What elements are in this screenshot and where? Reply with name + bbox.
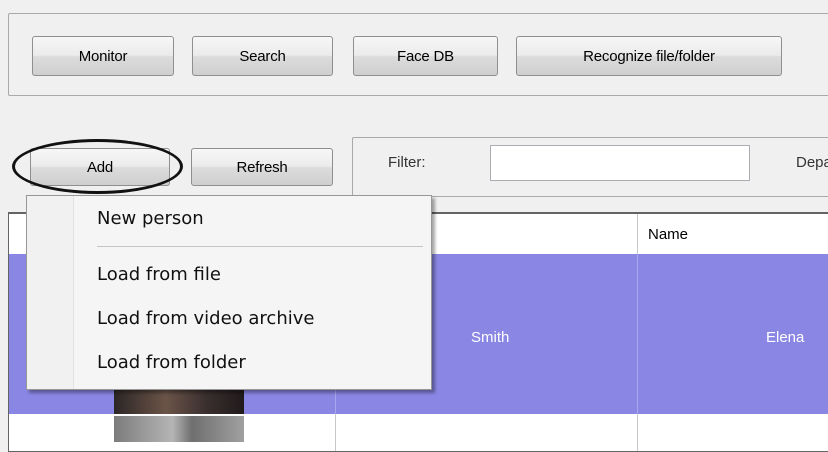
table-row-next[interactable] xyxy=(9,414,828,451)
recognize-button-label: Recognize file/folder xyxy=(583,47,715,65)
face-db-button-label: Face DB xyxy=(397,47,454,65)
search-button-label: Search xyxy=(239,47,286,65)
monitor-button-label: Monitor xyxy=(78,47,128,65)
menu-item-load-from-video-archive[interactable]: Load from video archive xyxy=(97,308,314,329)
add-context-menu: New person Load from file Load from vide… xyxy=(26,195,432,390)
monitor-button[interactable]: Monitor xyxy=(32,36,174,76)
highlight-ring xyxy=(12,139,183,194)
surname-value: Smith xyxy=(471,329,510,346)
recognize-button[interactable]: Recognize file/folder xyxy=(516,36,782,76)
menu-icon-gutter xyxy=(27,196,74,389)
column-header-name-label: Name xyxy=(648,226,689,243)
table-row-name-cell[interactable]: Elena xyxy=(637,254,828,414)
department-label: Depa xyxy=(796,154,828,171)
refresh-button-label: Refresh xyxy=(236,158,288,176)
filter-label: Filter: xyxy=(388,154,426,171)
menu-separator xyxy=(97,246,423,247)
name-value: Elena xyxy=(766,329,805,346)
face-db-button[interactable]: Face DB xyxy=(353,36,498,76)
menu-item-new-person[interactable]: New person xyxy=(97,208,204,229)
filter-input[interactable] xyxy=(490,145,750,181)
next-person-photo xyxy=(114,416,244,442)
search-button[interactable]: Search xyxy=(192,36,333,76)
menu-item-load-from-folder[interactable]: Load from folder xyxy=(97,352,246,373)
row-divider xyxy=(637,414,638,451)
row-divider xyxy=(335,414,336,451)
refresh-button[interactable]: Refresh xyxy=(191,148,333,186)
person-photo xyxy=(114,386,244,414)
menu-item-load-from-file[interactable]: Load from file xyxy=(97,264,221,285)
column-header-name[interactable]: Name xyxy=(637,214,828,255)
